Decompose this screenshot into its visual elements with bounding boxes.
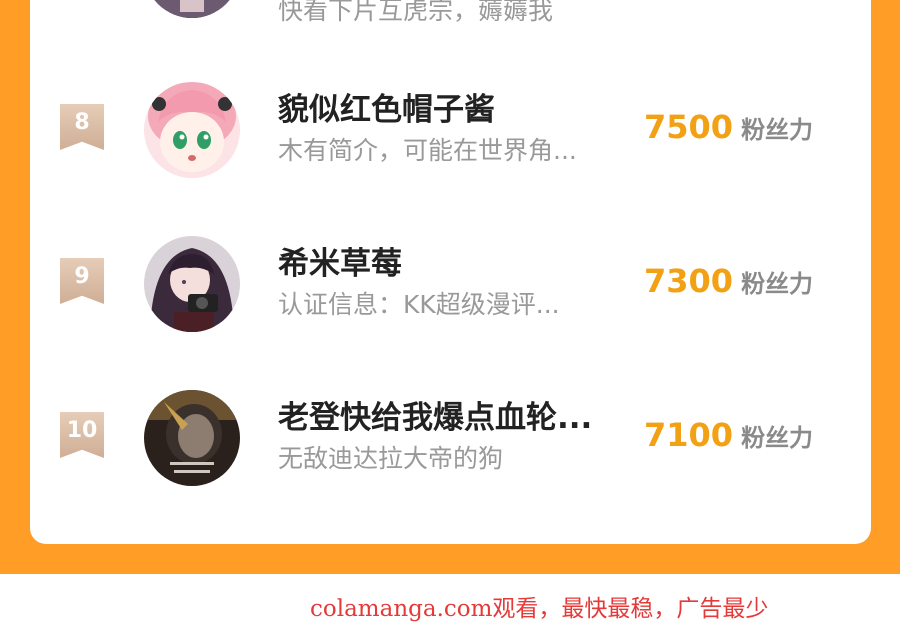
rank-number: 8 <box>74 110 90 135</box>
rank-number: 10 <box>66 418 98 443</box>
avatar[interactable] <box>144 82 240 178</box>
fans-score: 7500 粉丝力 <box>644 108 813 146</box>
site-watermark: colamanga.com观看，最快最稳，广告最少 <box>310 596 769 622</box>
fans-unit: 粉丝力 <box>741 270 814 298</box>
ranking-row[interactable]: 10 老登快给我爆点血轮... 无敌迪达拉大帝的狗 7100 粉丝力 <box>30 378 871 498</box>
rank-badge: 9 <box>60 258 104 304</box>
dark-avatar-icon <box>144 0 240 18</box>
ranking-row[interactable]: 9 希米草莓 认证信息：KK超级漫评... 7300 粉丝力 <box>30 224 871 344</box>
fans-score: 7300 粉丝力 <box>644 262 813 300</box>
fans-score: 7100 粉丝力 <box>644 416 813 454</box>
user-name[interactable]: 希米草莓 <box>278 244 618 284</box>
dark-anime-scene-avatar-icon <box>144 390 240 486</box>
user-description: 认证信息：KK超级漫评... <box>278 290 560 319</box>
avatar[interactable] <box>144 236 240 332</box>
ranking-card: 快看下片互虎宗，薅薅我 8 貌似红色帽子酱 木有简介，可能在世界角... 750… <box>30 0 871 544</box>
user-description: 无敌迪达拉大帝的狗 <box>278 444 504 473</box>
anime-girl-pink-hair-avatar-icon <box>144 82 240 178</box>
user-description: 木有简介，可能在世界角... <box>278 136 577 165</box>
rank-number: 9 <box>74 264 90 289</box>
anime-girl-camera-avatar-icon <box>144 236 240 332</box>
ranking-row[interactable]: 8 貌似红色帽子酱 木有简介，可能在世界角... 7500 粉丝力 <box>30 70 871 190</box>
fans-value: 7100 <box>644 416 734 454</box>
rank-badge: 8 <box>60 104 104 150</box>
user-name[interactable]: 老登快给我爆点血轮... <box>278 398 618 438</box>
fans-value: 7500 <box>644 108 734 146</box>
avatar[interactable] <box>144 0 240 18</box>
fans-unit: 粉丝力 <box>741 116 814 144</box>
user-name[interactable]: 貌似红色帽子酱 <box>278 90 618 130</box>
fans-unit: 粉丝力 <box>741 424 814 452</box>
avatar[interactable] <box>144 390 240 486</box>
rank-badge: 10 <box>60 412 104 458</box>
ranking-row-partial[interactable]: 快看下片互虎宗，薅薅我 <box>30 0 871 62</box>
fans-value: 7300 <box>644 262 734 300</box>
user-description: 快看下片互虎宗，薅薅我 <box>278 0 554 25</box>
